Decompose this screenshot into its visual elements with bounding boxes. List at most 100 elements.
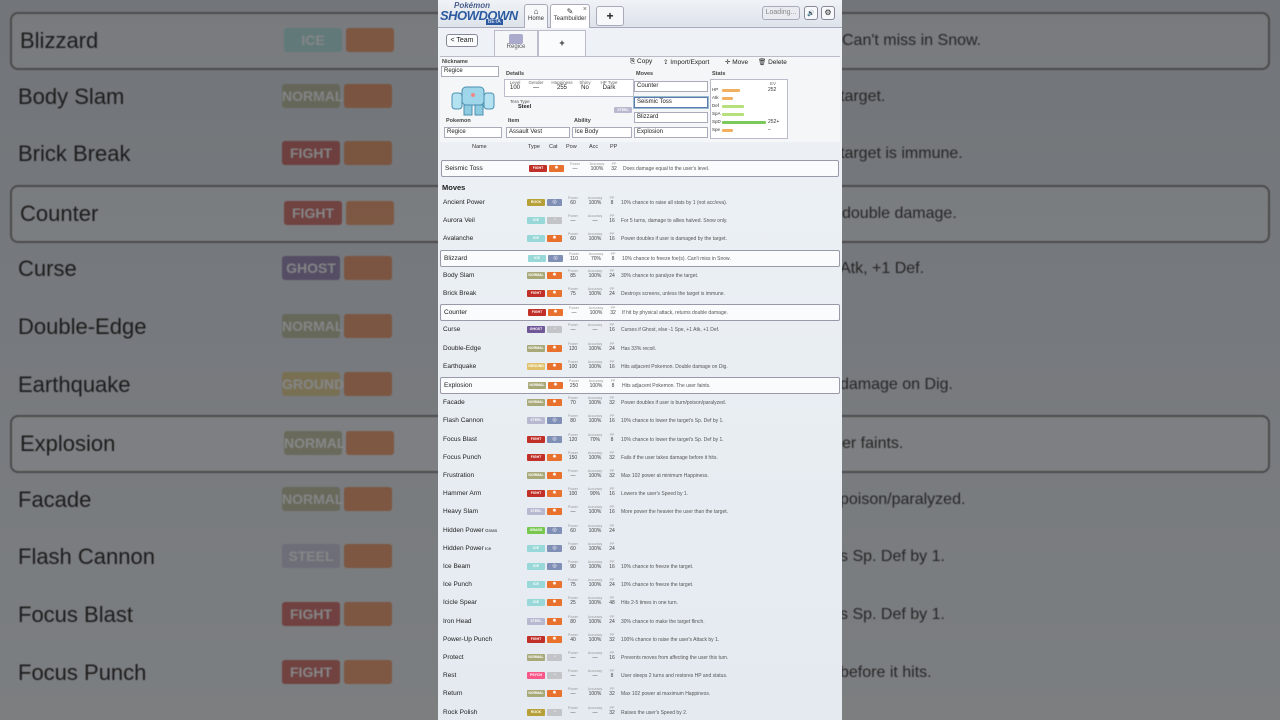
new-tab-button[interactable]: +: [596, 6, 624, 26]
moves-label: Moves: [636, 71, 654, 77]
move-row[interactable]: Iron Head STEEL ✸ Power 80 Accuracy 100% PP 24 30…: [440, 614, 840, 631]
details-box[interactable]: Level 100 Gender — Happiness 255 Shiny No HP…: [504, 79, 634, 97]
move-accuracy: Accuracy 100%: [587, 450, 603, 461]
import-export-button[interactable]: ⇪ Import/Export: [663, 58, 709, 66]
type-badge: FIGHT: [527, 453, 545, 461]
move-power: Power —: [566, 162, 584, 172]
move-pp: PP 24: [609, 268, 615, 279]
move-row[interactable]: Rest PSYCH ◔ Power — Accuracy — PP 8 User sleeps …: [440, 668, 840, 685]
settings-button[interactable]: ⚙: [821, 6, 835, 20]
move-slot-4[interactable]: Explosion: [634, 127, 708, 138]
move-row[interactable]: Hammer Arm FIGHT ✸ Power 100 Accuracy 90% PP 16 L…: [440, 486, 840, 503]
tab-teambuilder[interactable]: ✎ Teambuilder ×: [550, 4, 590, 28]
accuracy-label: Accuracy: [587, 396, 603, 401]
stat-row-def[interactable]: Def: [712, 103, 788, 110]
move-accuracy: Accuracy 100%: [587, 469, 603, 479]
pp-label: PP: [610, 251, 616, 256]
moves-section-title: Moves: [442, 183, 466, 192]
move-row[interactable]: Ancient Power ROCK ◎ Power 60 Accuracy 100% PP 8…: [440, 195, 840, 212]
move-pp: PP 24: [609, 341, 615, 352]
move-power: Power 60: [564, 542, 582, 552]
stat-row-spe[interactable]: Spe –: [712, 127, 788, 134]
move-row[interactable]: Hidden Power Ice ICE ◎ Power 60 Accuracy 100% P…: [440, 541, 840, 558]
team-slot-regice[interactable]: Regice: [494, 30, 538, 56]
move-row[interactable]: Earthquake GROUND ✸ Power 100 Accuracy 100% PP 1…: [440, 359, 840, 376]
move-pp: PP 16: [609, 414, 615, 425]
add-pokemon-button[interactable]: +: [538, 30, 586, 56]
type-badge: GRASS: [527, 526, 545, 534]
item-field[interactable]: Assault Vest: [506, 127, 570, 138]
ability-field[interactable]: Ice Body: [572, 127, 632, 138]
import-export-label: Import/Export: [670, 59, 710, 66]
pokemon-field[interactable]: Regice: [444, 127, 502, 138]
type-badge: GROUND: [527, 362, 545, 370]
move-description: Power doubles if user is damaged by the …: [621, 236, 727, 243]
move-row[interactable]: Body Slam NORMAL ✸ Power 85 Accuracy 100% PP 24 3…: [440, 268, 840, 285]
move-row[interactable]: Ice Beam ICE ◎ Power 90 Accuracy 100% PP 16 10% c…: [440, 559, 840, 576]
move-row[interactable]: Flash Cannon STEEL ◎ Power 80 Accuracy 100% PP 1…: [440, 413, 840, 430]
stat-row-hp[interactable]: HP 252: [712, 87, 788, 94]
category-icon: ✸: [547, 635, 562, 643]
move-pp: PP 8: [609, 669, 615, 680]
move-row[interactable]: Return NORMAL ✸ Power — Accuracy 100% PP 32 Max 1…: [440, 686, 840, 703]
category-icon: ✸: [547, 617, 562, 625]
move-row[interactable]: Frustration NORMAL ✸ Power — Accuracy 100% PP 32…: [440, 468, 840, 485]
move-row[interactable]: Curse GHOST ◔ Power — Accuracy — PP 16 Curses if …: [440, 322, 840, 339]
header-name[interactable]: Name: [472, 144, 487, 150]
current-move[interactable]: Seismic Toss FIGHT ✸ Power — Accuracy 100% PP 32…: [442, 161, 842, 178]
close-icon[interactable]: ×: [583, 6, 587, 13]
move-row[interactable]: Hidden Power Grass GRASS ◎ Power 60 Accuracy 1…: [440, 523, 840, 540]
stat-row-atk[interactable]: Atk: [712, 95, 788, 102]
move-row[interactable]: Protect NORMAL ◔ Power — Accuracy — PP 16 Prevent…: [440, 650, 840, 667]
copy-button[interactable]: ⎘ Copy: [630, 58, 652, 66]
header-acc[interactable]: Acc: [589, 144, 598, 150]
power-label: Power: [568, 396, 578, 401]
move-row[interactable]: Double-Edge NORMAL ✸ Power 120 Accuracy 100% PP…: [440, 341, 840, 358]
move-row[interactable]: Aurora Veil ICE ◔ Power — Accuracy — PP 16 For 5 …: [440, 213, 840, 230]
move-row[interactable]: Avalanche ICE ✸ Power 60 Accuracy 100% PP 16 Powe…: [440, 231, 840, 248]
accuracy-label: Accuracy: [587, 450, 603, 455]
showdown-logo[interactable]: Pokémon SHOWDOWN BETA: [440, 1, 518, 25]
category-icon: ✸: [547, 490, 562, 498]
move-slot-1[interactable]: Counter: [634, 81, 708, 92]
tab-home[interactable]: ⌂ Home: [524, 4, 548, 28]
move-row[interactable]: Facade NORMAL ✸ Power 70 Accuracy 100% PP 32 Powe…: [440, 395, 840, 412]
move-power: Power 250: [565, 379, 583, 389]
move-row[interactable]: Brick Break FIGHT ✸ Power 75 Accuracy 100% PP 24…: [440, 286, 840, 303]
power-label: Power: [569, 251, 579, 256]
move-button[interactable]: ✛ Move: [725, 58, 748, 66]
category-icon: ✸: [547, 235, 562, 243]
power-label: Power: [568, 469, 578, 473]
sound-button[interactable]: 🔊: [804, 6, 818, 20]
header-pow[interactable]: Pow: [566, 144, 577, 150]
move-power: Power 70: [564, 396, 582, 406]
move-accuracy: Accuracy —: [587, 214, 603, 225]
current-move-row[interactable]: Seismic Toss FIGHT ✸ Power — Accuracy 100% PP 32…: [441, 160, 839, 177]
shiny-value: No: [581, 85, 589, 91]
stat-row-spd[interactable]: SpD 252+: [712, 119, 788, 126]
move-slot-2[interactable]: Seismic Toss: [634, 97, 708, 108]
move-row[interactable]: Ice Punch ICE ✸ Power 75 Accuracy 100% PP 24 10% …: [440, 577, 840, 594]
move-row[interactable]: Counter FIGHT ✸ Power — Accuracy 100% PP 32 If hi…: [440, 304, 840, 322]
move-row[interactable]: Heavy Slam STEEL ✸ Power — Accuracy 100% PP 16 Mo…: [440, 504, 840, 521]
move-row[interactable]: Rock Polish ROCK ◔ Power — Accuracy — PP 32 Raise…: [440, 705, 840, 720]
category-icon: ◔: [547, 326, 562, 334]
back-to-team-button[interactable]: < Team: [446, 34, 478, 47]
move-row[interactable]: Focus Blast FIGHT ◎ Power 120 Accuracy 70% PP 8 1…: [440, 432, 840, 449]
move-description: Destroys screens, unless the target is i…: [621, 291, 725, 297]
move-accuracy: Accuracy 100%: [587, 287, 603, 297]
move-row[interactable]: Power-Up Punch FIGHT ✸ Power 40 Accuracy 100% P…: [440, 632, 840, 649]
move-power: Power —: [564, 669, 582, 679]
move-row[interactable]: Explosion NORMAL ✸ Power 250 Accuracy 100% PP 8 H…: [440, 377, 840, 394]
move-slot-3[interactable]: Blizzard: [634, 112, 708, 123]
move-row[interactable]: Blizzard ICE ◎ Power 110 Accuracy 70% PP 8 10% ch…: [440, 249, 840, 267]
stat-row-spa[interactable]: SpA: [712, 111, 788, 118]
header-pp[interactable]: PP: [610, 144, 617, 150]
move-row[interactable]: Focus Punch FIGHT ✸ Power 150 Accuracy 100% PP 3…: [440, 450, 840, 467]
header-type[interactable]: Type: [528, 144, 540, 150]
nickname-field[interactable]: Regice: [441, 66, 499, 77]
header-cat[interactable]: Cat: [549, 144, 558, 150]
move-row[interactable]: Icicle Spear ICE ✸ Power 25 Accuracy 100% PP 48 H…: [440, 595, 840, 612]
move-description: 100% chance to raise the user's Attack b…: [621, 636, 720, 643]
delete-button[interactable]: 🗑 Delete: [758, 58, 787, 66]
